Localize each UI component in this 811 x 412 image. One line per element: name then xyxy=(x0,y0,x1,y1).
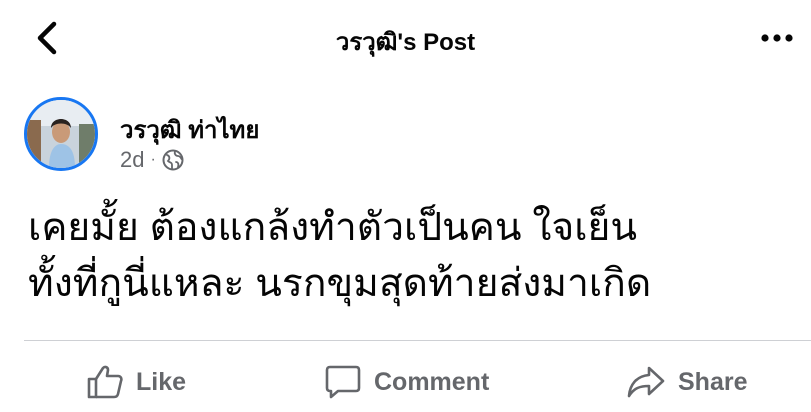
share-label: Share xyxy=(678,367,748,396)
comment-icon xyxy=(325,365,361,399)
profile-photo xyxy=(27,100,95,168)
post-line: ทั้งที่กูนี่แหละ นรกขุมสุดท้ายส่งมาเกิด xyxy=(28,262,652,305)
post-body: เคยมั้ย ต้องแกล้งทำตัวเป็นคน ใจเย็น ทั้ง… xyxy=(28,200,788,312)
avatar[interactable] xyxy=(24,97,98,171)
thumbs-up-icon xyxy=(87,365,123,399)
page-title: วรวุฒิ's Post xyxy=(335,29,476,56)
more-icon xyxy=(761,34,793,42)
action-bar: Like Comment Share xyxy=(0,352,811,412)
top-bar: วรวุฒิ's Post xyxy=(0,0,811,78)
comment-label: Comment xyxy=(374,367,490,396)
post-line: เคยมั้ย ต้องแกล้งทำตัวเป็นคน ใจเย็น xyxy=(28,206,638,249)
more-options-button[interactable] xyxy=(752,20,802,56)
share-button[interactable]: Share xyxy=(626,352,747,412)
comment-button[interactable]: Comment xyxy=(324,352,489,412)
author-name[interactable]: วรวุฒิ ท่าไทย xyxy=(120,110,259,149)
post-meta: 2d · xyxy=(120,147,184,173)
meta-separator: · xyxy=(150,151,156,168)
share-icon xyxy=(627,366,665,398)
divider xyxy=(24,340,811,341)
post-time[interactable]: 2d xyxy=(120,147,144,173)
like-label: Like xyxy=(136,367,187,396)
globe-icon xyxy=(162,149,184,171)
like-button[interactable]: Like xyxy=(86,352,186,412)
